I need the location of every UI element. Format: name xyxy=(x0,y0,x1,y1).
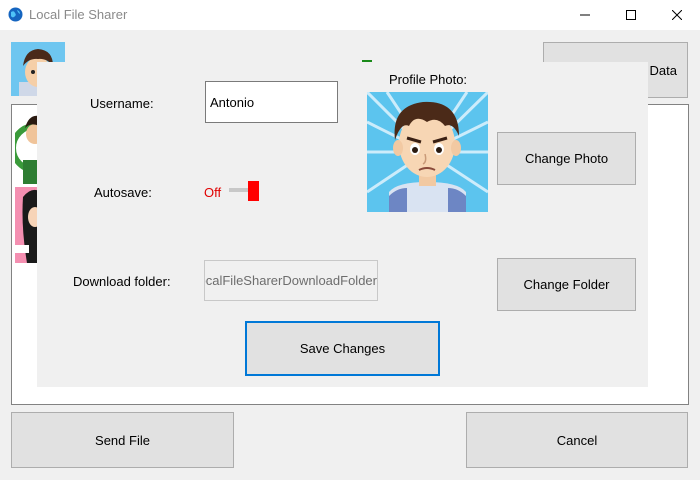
profile-photo xyxy=(367,92,488,212)
minimize-button[interactable] xyxy=(562,0,608,30)
user-list-item-avatar[interactable] xyxy=(15,108,39,184)
profile-photo-label: Profile Photo: xyxy=(389,72,468,87)
download-folder-label: Download folder: xyxy=(73,274,171,289)
maximize-button[interactable] xyxy=(608,0,654,30)
save-changes-button[interactable]: Save Changes xyxy=(245,321,440,376)
autosave-state-text: Off xyxy=(204,185,222,200)
download-folder-field xyxy=(204,260,378,301)
autosave-toggle-thumb[interactable] xyxy=(248,181,259,201)
cancel-label: Cancel xyxy=(556,432,598,448)
change-photo-button[interactable]: Change Photo xyxy=(497,132,636,185)
autosave-label: Autosave: xyxy=(94,185,152,200)
minimize-icon xyxy=(580,14,590,16)
send-file-label: Send File xyxy=(95,432,150,448)
maximize-icon xyxy=(626,10,636,20)
change-folder-label: Change Folder xyxy=(523,277,610,292)
username-input[interactable] xyxy=(205,81,338,123)
window-title: Local File Sharer xyxy=(29,7,128,22)
user-list-item-avatar[interactable] xyxy=(15,187,39,263)
close-button[interactable] xyxy=(654,0,700,30)
send-file-button[interactable]: Send File xyxy=(11,412,234,468)
change-photo-label: Change Photo xyxy=(524,151,609,166)
username-label: Username: xyxy=(90,96,154,111)
close-icon xyxy=(672,10,682,20)
data-button-label: Data xyxy=(649,62,677,78)
app-globe-icon xyxy=(8,7,23,22)
save-changes-label: Save Changes xyxy=(299,341,386,356)
cancel-button[interactable]: Cancel xyxy=(466,412,688,468)
change-folder-button[interactable]: Change Folder xyxy=(497,258,636,311)
